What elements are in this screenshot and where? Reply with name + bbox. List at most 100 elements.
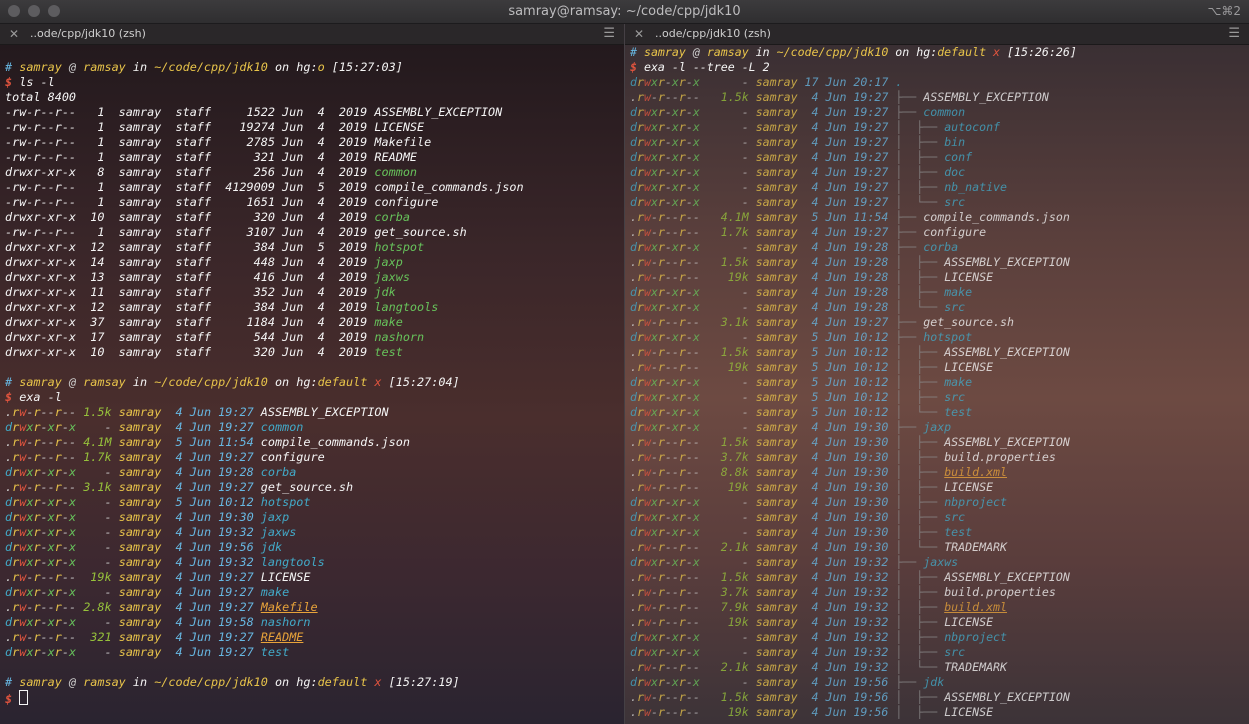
exa-user: samray	[755, 405, 798, 419]
ls-user: samray	[118, 120, 162, 134]
permission-char: x	[650, 285, 658, 299]
ls-filename: jaxp	[374, 255, 403, 269]
terminal-pane-left[interactable]: # samray @ ramsay in ~/code/cpp/jdk10 on…	[0, 45, 624, 724]
exa-user: samray	[755, 525, 798, 539]
exa-user: samray	[755, 570, 798, 584]
ls-perm: -rw-r--r--	[5, 195, 77, 209]
exa-date: 4 Jun 19:27	[161, 570, 261, 584]
permission-char: x	[671, 375, 679, 389]
permission-char: x	[47, 540, 55, 554]
tab-left-pane[interactable]: ✕ ..ode/cpp/jdk10 (zsh) ☰	[0, 24, 624, 45]
hamburger-menu-icon[interactable]: ☰	[1228, 26, 1240, 41]
permission-char: r	[657, 525, 665, 539]
prompt-dirty-mark: x	[374, 375, 382, 389]
permission-char: r	[636, 270, 644, 284]
hamburger-menu-icon[interactable]: ☰	[603, 26, 615, 41]
permission-char: -	[685, 645, 693, 659]
prompt-time: [15:26:26]	[1007, 45, 1077, 59]
permission-char: r	[657, 270, 665, 284]
tab-right-pane[interactable]: ✕ ..ode/cpp/jdk10 (zsh) ☰	[625, 24, 1249, 45]
prompt-host: ramsay	[83, 60, 126, 74]
permission-char: .	[630, 90, 637, 104]
exa-size: 1.5k	[699, 570, 756, 584]
permission-char: r	[636, 315, 644, 329]
ls-filename: corba	[374, 210, 410, 224]
permission-char: -	[692, 90, 700, 104]
exa-size: -	[76, 465, 119, 479]
text-segment: 544	[211, 330, 283, 344]
permission-char: d	[630, 495, 637, 509]
ls-row: -rw-r--r-- 1 samray staff 1522 Jun 4 201…	[5, 105, 502, 120]
exa-filename: hotspot	[260, 495, 311, 509]
permission-char: -	[47, 450, 55, 464]
text-segment: 11	[76, 285, 119, 299]
permission-char: -	[664, 165, 672, 179]
permission-char: -	[671, 705, 679, 719]
permission-char: x	[650, 390, 658, 404]
permission-char: -	[650, 210, 658, 224]
text-segment: 4	[303, 210, 339, 224]
exa-size: -	[699, 630, 756, 644]
window-title: samray@ramsay: ~/code/cpp/jdk10	[508, 4, 741, 19]
tree-branch: │ ├──	[895, 270, 945, 284]
prompt-path: ~/code/cpp/jdk10	[776, 45, 889, 59]
permission-char: r	[54, 525, 62, 539]
command-text: exa -l --tree -L 2	[643, 60, 770, 74]
permission-char: r	[54, 570, 62, 584]
permission-char: x	[650, 180, 658, 194]
permission-char: -	[685, 120, 693, 134]
ls-group: staff	[175, 330, 212, 344]
exa-date: 4 Jun 19:30	[797, 540, 896, 554]
exa-size: 3.1k	[699, 315, 756, 329]
permission-char: -	[685, 180, 693, 194]
permission-char: r	[636, 405, 644, 419]
exa-user: samray	[118, 450, 162, 464]
exa-user: samray	[755, 495, 798, 509]
permission-char: r	[657, 360, 665, 374]
tree-row: .rw-r--r-- 19k samray 4 Jun 19:28 │ ├── …	[630, 270, 993, 285]
permission-char: w	[643, 150, 651, 164]
permission-char: w	[643, 585, 651, 599]
permission-char: r	[636, 495, 644, 509]
terminal-pane-right[interactable]: # samray @ ramsay in ~/code/cpp/jdk10 on…	[625, 45, 1249, 724]
permission-char: -	[664, 600, 672, 614]
prompt-user: samray	[643, 45, 686, 59]
permission-char: .	[630, 210, 637, 224]
exa-size: -	[699, 195, 756, 209]
ls-user: samray	[118, 180, 162, 194]
permission-char: r	[636, 225, 644, 239]
prompt-host: ramsay	[706, 45, 749, 59]
permission-char: r	[54, 495, 62, 509]
prompt-at: @	[61, 375, 84, 389]
exa-size: -	[76, 525, 119, 539]
text-cursor[interactable]	[19, 690, 29, 705]
close-tab-icon[interactable]: ✕	[9, 27, 19, 41]
permission-char: -	[685, 675, 693, 689]
permission-char: -	[61, 585, 69, 599]
permission-char: r	[636, 540, 644, 554]
tree-filename: common	[923, 105, 966, 119]
exa-size: 8.8k	[699, 465, 756, 479]
permission-char: -	[692, 210, 700, 224]
permission-char: -	[664, 630, 672, 644]
permission-char: r	[657, 585, 665, 599]
permission-char: -	[671, 570, 679, 584]
permission-char: r	[678, 300, 686, 314]
text-segment: 14	[76, 255, 119, 269]
permission-char: r	[657, 90, 665, 104]
permission-char: d	[630, 135, 637, 149]
ls-row: -rw-r--r-- 1 samray staff 19274 Jun 4 20…	[5, 120, 424, 135]
permission-char: x	[650, 510, 658, 524]
shell-prompt: # samray @ ramsay in ~/code/cpp/jdk10 on…	[5, 375, 460, 390]
permission-char: -	[685, 300, 693, 314]
permission-char: -	[40, 450, 48, 464]
permission-char: r	[657, 690, 665, 704]
permission-char: x	[650, 75, 658, 89]
text-segment: 1	[76, 135, 119, 149]
exa-filename: test	[260, 645, 290, 659]
text-segment	[161, 120, 175, 134]
permission-char: r	[657, 600, 665, 614]
close-tab-icon[interactable]: ✕	[634, 27, 644, 41]
exa-date: 4 Jun 19:27	[161, 585, 261, 599]
ls-user: samray	[118, 225, 162, 239]
